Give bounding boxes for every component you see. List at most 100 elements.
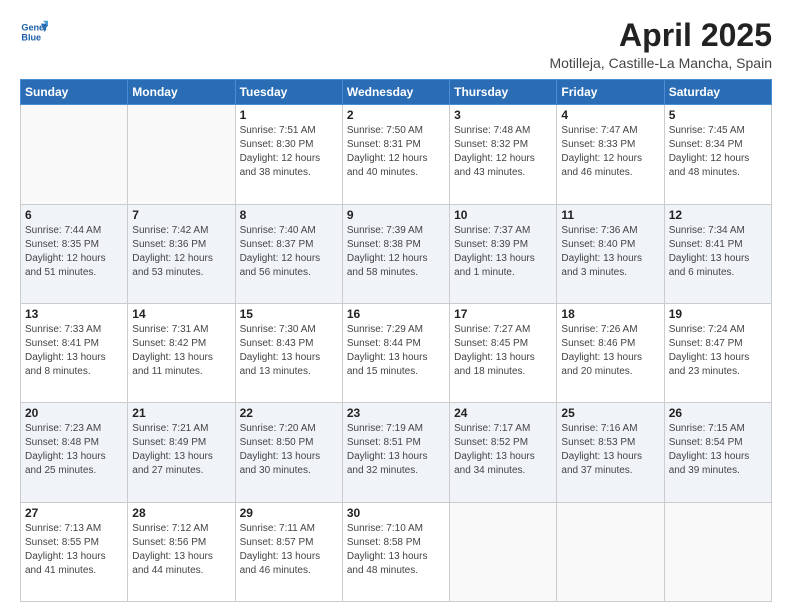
cell-info: Sunrise: 7:39 AM — [347, 224, 445, 238]
day-number: 1 — [240, 108, 338, 122]
day-number: 12 — [669, 208, 767, 222]
cell-info: Sunset: 8:45 PM — [454, 337, 552, 351]
table-row: 26Sunrise: 7:15 AMSunset: 8:54 PMDayligh… — [664, 403, 771, 502]
cell-info: Sunrise: 7:13 AM — [25, 522, 123, 536]
table-row: 6Sunrise: 7:44 AMSunset: 8:35 PMDaylight… — [21, 204, 128, 303]
logo-icon: General Blue — [20, 18, 48, 46]
table-row: 21Sunrise: 7:21 AMSunset: 8:49 PMDayligh… — [128, 403, 235, 502]
cell-info: Daylight: 13 hours — [25, 450, 123, 464]
cell-info: and 56 minutes. — [240, 266, 338, 280]
calendar-week-2: 6Sunrise: 7:44 AMSunset: 8:35 PMDaylight… — [21, 204, 772, 303]
cell-info: Daylight: 13 hours — [454, 450, 552, 464]
table-row: 16Sunrise: 7:29 AMSunset: 8:44 PMDayligh… — [342, 303, 449, 402]
cell-info: Daylight: 13 hours — [132, 450, 230, 464]
cell-info: Sunset: 8:58 PM — [347, 536, 445, 550]
day-number: 6 — [25, 208, 123, 222]
cell-info: Sunset: 8:36 PM — [132, 238, 230, 252]
calendar-week-5: 27Sunrise: 7:13 AMSunset: 8:55 PMDayligh… — [21, 502, 772, 601]
cell-info: Sunrise: 7:11 AM — [240, 522, 338, 536]
cell-info: Sunset: 8:39 PM — [454, 238, 552, 252]
cell-info: Sunrise: 7:44 AM — [25, 224, 123, 238]
cell-info: Daylight: 13 hours — [240, 550, 338, 564]
cell-info: Sunrise: 7:48 AM — [454, 124, 552, 138]
day-number: 8 — [240, 208, 338, 222]
cell-info: Sunset: 8:41 PM — [25, 337, 123, 351]
day-number: 5 — [669, 108, 767, 122]
cell-info: Sunrise: 7:10 AM — [347, 522, 445, 536]
table-row — [450, 502, 557, 601]
cell-info: Sunrise: 7:26 AM — [561, 323, 659, 337]
header-row: Sunday Monday Tuesday Wednesday Thursday… — [21, 80, 772, 105]
day-number: 20 — [25, 406, 123, 420]
day-number: 15 — [240, 307, 338, 321]
cell-info: Daylight: 13 hours — [561, 450, 659, 464]
cell-info: Daylight: 13 hours — [132, 550, 230, 564]
day-number: 26 — [669, 406, 767, 420]
cell-info: Sunrise: 7:36 AM — [561, 224, 659, 238]
cell-info: and 38 minutes. — [240, 166, 338, 180]
cell-info: Sunset: 8:33 PM — [561, 138, 659, 152]
cell-info: and 48 minutes. — [347, 564, 445, 578]
cell-info: and 39 minutes. — [669, 464, 767, 478]
cell-info: Sunset: 8:46 PM — [561, 337, 659, 351]
table-row: 20Sunrise: 7:23 AMSunset: 8:48 PMDayligh… — [21, 403, 128, 502]
cell-info: Sunset: 8:52 PM — [454, 436, 552, 450]
cell-info: Sunset: 8:31 PM — [347, 138, 445, 152]
cell-info: and 40 minutes. — [347, 166, 445, 180]
cell-info: Daylight: 12 hours — [669, 152, 767, 166]
cell-info: and 23 minutes. — [669, 365, 767, 379]
table-row: 24Sunrise: 7:17 AMSunset: 8:52 PMDayligh… — [450, 403, 557, 502]
cell-info: Daylight: 13 hours — [347, 550, 445, 564]
cell-info: Sunrise: 7:29 AM — [347, 323, 445, 337]
table-row: 10Sunrise: 7:37 AMSunset: 8:39 PMDayligh… — [450, 204, 557, 303]
table-row: 8Sunrise: 7:40 AMSunset: 8:37 PMDaylight… — [235, 204, 342, 303]
cell-info: Sunset: 8:49 PM — [132, 436, 230, 450]
cell-info: and 53 minutes. — [132, 266, 230, 280]
table-row: 13Sunrise: 7:33 AMSunset: 8:41 PMDayligh… — [21, 303, 128, 402]
col-sunday: Sunday — [21, 80, 128, 105]
day-number: 19 — [669, 307, 767, 321]
page: General Blue April 2025 Motilleja, Casti… — [0, 0, 792, 612]
day-number: 11 — [561, 208, 659, 222]
cell-info: Daylight: 12 hours — [240, 152, 338, 166]
header: General Blue April 2025 Motilleja, Casti… — [20, 18, 772, 71]
cell-info: Sunset: 8:54 PM — [669, 436, 767, 450]
table-row — [557, 502, 664, 601]
cell-info: Sunrise: 7:34 AM — [669, 224, 767, 238]
cell-info: Sunrise: 7:21 AM — [132, 422, 230, 436]
cell-info: Sunset: 8:40 PM — [561, 238, 659, 252]
day-number: 9 — [347, 208, 445, 222]
cell-info: Daylight: 13 hours — [669, 252, 767, 266]
cell-info: Sunrise: 7:45 AM — [669, 124, 767, 138]
cell-info: and 37 minutes. — [561, 464, 659, 478]
cell-info: Daylight: 12 hours — [347, 152, 445, 166]
table-row: 2Sunrise: 7:50 AMSunset: 8:31 PMDaylight… — [342, 105, 449, 204]
cell-info: Sunrise: 7:20 AM — [240, 422, 338, 436]
day-number: 4 — [561, 108, 659, 122]
day-number: 23 — [347, 406, 445, 420]
logo: General Blue — [20, 18, 50, 46]
cell-info: Sunrise: 7:51 AM — [240, 124, 338, 138]
cell-info: Daylight: 12 hours — [25, 252, 123, 266]
cell-info: and 1 minute. — [454, 266, 552, 280]
cell-info: Sunset: 8:43 PM — [240, 337, 338, 351]
cell-info: Daylight: 13 hours — [347, 450, 445, 464]
table-row: 5Sunrise: 7:45 AMSunset: 8:34 PMDaylight… — [664, 105, 771, 204]
cell-info: Sunrise: 7:23 AM — [25, 422, 123, 436]
cell-info: Daylight: 13 hours — [669, 450, 767, 464]
cell-info: Sunset: 8:41 PM — [669, 238, 767, 252]
cell-info: and 18 minutes. — [454, 365, 552, 379]
calendar-week-4: 20Sunrise: 7:23 AMSunset: 8:48 PMDayligh… — [21, 403, 772, 502]
cell-info: and 15 minutes. — [347, 365, 445, 379]
cell-info: and 25 minutes. — [25, 464, 123, 478]
day-number: 7 — [132, 208, 230, 222]
cell-info: Sunset: 8:57 PM — [240, 536, 338, 550]
day-number: 3 — [454, 108, 552, 122]
cell-info: Sunrise: 7:50 AM — [347, 124, 445, 138]
cell-info: and 44 minutes. — [132, 564, 230, 578]
table-row: 15Sunrise: 7:30 AMSunset: 8:43 PMDayligh… — [235, 303, 342, 402]
cell-info: Sunrise: 7:17 AM — [454, 422, 552, 436]
cell-info: Daylight: 12 hours — [454, 152, 552, 166]
cell-info: Sunset: 8:47 PM — [669, 337, 767, 351]
day-number: 30 — [347, 506, 445, 520]
